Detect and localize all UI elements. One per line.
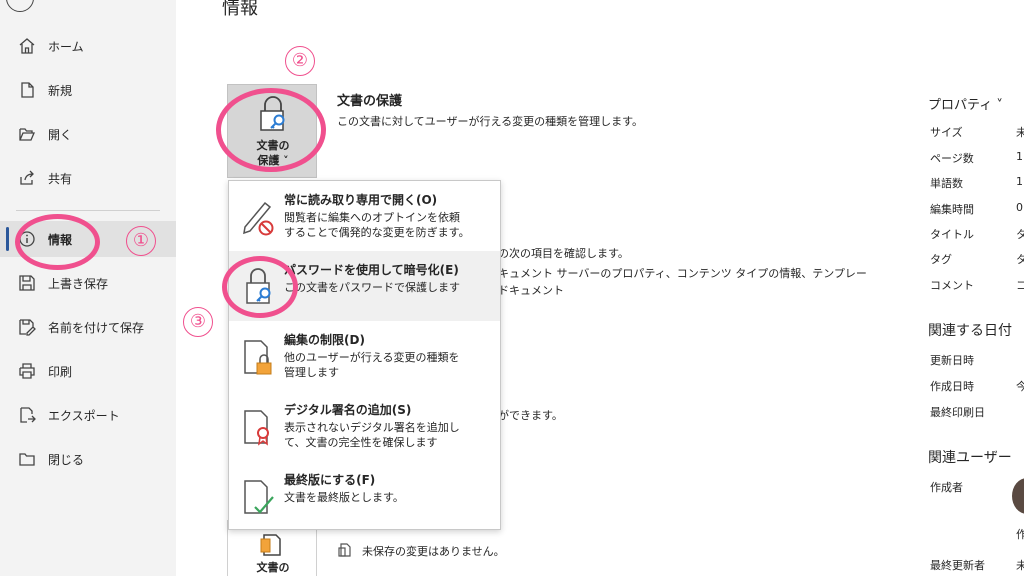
property-value[interactable]: タ — [1016, 251, 1024, 267]
close-folder-icon — [19, 453, 35, 466]
property-value[interactable]: タ — [1016, 226, 1024, 242]
inspect-description-3: ドキュメント — [498, 284, 564, 297]
menu-item-description: 閲覧者に編集へのオプトインを依頼 することで偶発的な変更を防ぎます。 — [284, 211, 470, 239]
related-people-header: 関連ユーザー — [928, 450, 1012, 466]
menu-item-title: 編集の制限(D) — [284, 333, 365, 347]
nav-item-close[interactable]: 閉じる — [0, 441, 176, 477]
menu-item-description: 文書を最終版とします。 — [284, 491, 404, 504]
avatar[interactable] — [1012, 478, 1024, 514]
protect-document-menu: 常に読み取り専用で開く(O) 閲覧者に編集へのオプトインを依頼 することで偶発的… — [228, 180, 501, 530]
property-label: タイトル — [930, 228, 974, 241]
menu-item-description: この文書をパスワードで保護します — [284, 281, 460, 294]
date-label: 作成日時 — [930, 380, 974, 393]
nav-item-label: エクスポート — [48, 409, 120, 423]
highlight-ellipse-info — [15, 214, 100, 270]
menu-item-description: 表示されないデジタル署名を追加し て、文書の完全性を確保します — [284, 421, 460, 449]
property-label: 編集時間 — [930, 203, 974, 216]
save-as-icon — [19, 319, 36, 336]
highlight-ellipse-protect — [216, 88, 326, 172]
inspect-description-2: キュメント サーバーのプロパティ、コンテンツ タイプの情報、テンプレー — [498, 267, 867, 280]
read-only-pencil-icon — [243, 201, 274, 236]
property-value: 1 — [1016, 150, 1023, 163]
versions-description: ができます。 — [498, 409, 563, 422]
document-manage-icon — [260, 534, 281, 556]
protect-section-title: 文書の保護 — [337, 94, 403, 109]
menu-item-title: 最終版にする(F) — [284, 473, 376, 487]
property-value[interactable]: コ — [1016, 277, 1024, 293]
nav-divider — [16, 210, 160, 211]
folder-open-icon — [19, 128, 35, 141]
document-status-icon — [338, 543, 351, 557]
property-label: タグ — [930, 253, 952, 266]
mark-final-icon — [244, 480, 274, 514]
author-value: 作 — [1016, 528, 1024, 541]
print-icon — [19, 363, 35, 379]
page-title: 情報 — [222, 0, 258, 19]
nav-item-save[interactable]: 上書き保存 — [0, 265, 176, 301]
digital-signature-icon — [244, 410, 269, 446]
nav-item-save-as[interactable]: 名前を付けて保存 — [0, 309, 176, 345]
nav-item-label: 新規 — [48, 84, 73, 98]
last-modified-value: 未 — [1016, 559, 1024, 572]
inspect-description-1: の次の項目を確認します。 — [498, 247, 629, 260]
property-label: サイズ — [930, 126, 963, 139]
date-value: 今 — [1016, 380, 1024, 393]
restrict-editing-icon — [244, 340, 272, 375]
menu-item-title: デジタル署名の追加(S) — [284, 403, 412, 417]
annotation-number-3: ③ — [183, 307, 213, 337]
annotation-number-2: ② — [285, 46, 315, 76]
nav-item-label: 名前を付けて保存 — [48, 321, 145, 335]
menu-item-title: 常に読み取り専用で開く(O) — [284, 193, 438, 207]
protect-section-description: この文書に対してユーザーが行える変更の種類を管理します。 — [337, 115, 644, 128]
menu-item-title: パスワードを使用して暗号化(E) — [284, 263, 459, 277]
menu-item-add-digital-signature[interactable]: デジタル署名の追加(S) 表示されないデジタル署名を追加し て、文書の完全性を確… — [229, 391, 500, 461]
property-label: ページ数 — [930, 152, 974, 165]
menu-item-restrict-editing[interactable]: 編集の制限(D) 他のユーザーが行える変更の種類を 管理します — [229, 321, 500, 391]
nav-item-label: 共有 — [48, 172, 73, 186]
nav-item-label: 閉じる — [48, 453, 85, 467]
nav-item-export[interactable]: エクスポート — [0, 397, 176, 433]
nav-item-share[interactable]: 共有 — [0, 160, 176, 196]
nav-item-label: 開く — [48, 128, 73, 142]
menu-item-always-open-read-only[interactable]: 常に読み取り専用で開く(O) 閲覧者に編集へのオプトインを依頼 することで偶発的… — [229, 181, 500, 251]
nav-item-print[interactable]: 印刷 — [0, 353, 176, 389]
nav-item-label: ホーム — [48, 40, 84, 54]
share-icon — [20, 170, 34, 185]
property-label: コメント — [930, 279, 974, 292]
menu-item-mark-as-final[interactable]: 最終版にする(F) 文書を最終版とします。 — [229, 461, 500, 531]
date-label: 最終印刷日 — [930, 406, 985, 419]
nav-item-label: 印刷 — [48, 365, 73, 379]
new-doc-icon — [21, 82, 34, 98]
save-icon — [19, 275, 35, 291]
highlight-ellipse-encrypt — [222, 256, 298, 318]
nav-item-label: 上書き保存 — [48, 277, 109, 291]
last-modified-label: 最終更新者 — [930, 559, 985, 572]
manage-button-label: 文書の — [256, 561, 290, 574]
backstage-nav: ホーム 新規 開く 共有 情報 上書き保存 名前を付けて保存 印刷 エクスポート… — [0, 0, 176, 576]
nav-item-open[interactable]: 開く — [0, 116, 176, 152]
back-button[interactable] — [6, 0, 34, 12]
related-dates-header: 関連する日付 — [928, 323, 1012, 339]
home-icon — [19, 38, 35, 54]
property-label: 単語数 — [930, 177, 963, 190]
date-label: 更新日時 — [930, 354, 974, 367]
property-value: 未 — [1016, 126, 1024, 139]
annotation-number-1: ① — [126, 226, 156, 256]
nav-item-new[interactable]: 新規 — [0, 72, 176, 108]
export-icon — [20, 407, 36, 423]
manage-status-text: 未保存の変更はありません。 — [362, 545, 505, 558]
author-label: 作成者 — [930, 481, 963, 494]
nav-item-home[interactable]: ホーム — [0, 28, 176, 64]
menu-item-description: 他のユーザーが行える変更の種類を 管理します — [284, 351, 460, 379]
property-value: 1 — [1016, 175, 1023, 188]
properties-header[interactable]: プロパティ ˅ — [928, 94, 1003, 113]
property-value: 0 — [1016, 201, 1023, 214]
